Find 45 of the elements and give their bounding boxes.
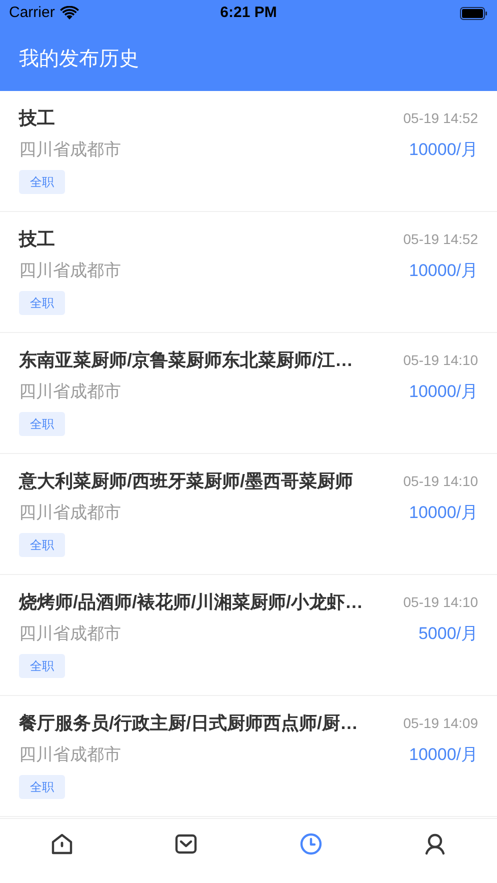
job-post-card[interactable]: 技工 05-19 14:52 四川省成都市 10000/月 全职 — [0, 212, 497, 333]
home-icon[interactable] — [50, 832, 74, 856]
location-text: 四川省成都市 — [19, 381, 121, 404]
salary-text: 10000/月 — [409, 260, 478, 282]
job-title: 烧烤师/品酒师/裱花师/川湘菜厨师/小龙虾… — [19, 590, 364, 614]
job-type-tag: 全职 — [19, 170, 65, 194]
location-text: 四川省成都市 — [19, 623, 121, 646]
job-post-card[interactable]: 餐厅服务员/行政主厨/日式厨师西点师/厨… 05-19 14:09 四川省成都市 10000/月 全职 — [0, 696, 497, 817]
job-post-card[interactable]: 技工 05-19 14:52 四川省成都市 10000/月 全职 — [0, 91, 497, 212]
job-title: 技工 — [19, 106, 55, 130]
location-text: 四川省成都市 — [19, 744, 121, 766]
clock-icon[interactable] — [298, 832, 323, 856]
status-time: 6:21 PM — [220, 2, 277, 23]
person-icon[interactable] — [422, 832, 447, 856]
location-text: 四川省成都市 — [19, 502, 121, 524]
post-time: 05-19 14:10 — [403, 472, 478, 490]
post-time: 05-19 14:52 — [403, 230, 478, 248]
job-title: 技工 — [19, 228, 55, 250]
salary-text: 10000/月 — [409, 139, 478, 162]
job-type-tag: 全职 — [19, 654, 65, 678]
location-text: 四川省成都市 — [19, 260, 121, 282]
job-type-tag: 全职 — [19, 533, 65, 557]
salary-text: 10000/月 — [409, 502, 478, 524]
job-title: 意大利菜厨师/西班牙菜厨师/墨西哥菜厨师 — [19, 470, 354, 492]
location-text: 四川省成都市 — [19, 139, 121, 162]
post-time: 05-19 14:09 — [403, 714, 478, 732]
carrier-label: Carrier — [9, 2, 55, 23]
job-type-tag: 全职 — [19, 412, 65, 436]
job-title: 东南亚菜厨师/京鲁菜厨师东北菜厨师/江… — [19, 348, 354, 372]
job-title: 餐厅服务员/行政主厨/日式厨师西点师/厨… — [19, 712, 358, 734]
post-time: 05-19 14:52 — [403, 108, 478, 128]
job-post-card[interactable]: 意大利菜厨师/西班牙菜厨师/墨西哥菜厨师 05-19 14:10 四川省成都市 10000/月 全职 — [0, 454, 497, 575]
inbox-icon[interactable] — [174, 832, 198, 856]
job-type-tag: 全职 — [19, 291, 65, 315]
job-post-card[interactable]: 东南亚菜厨师/京鲁菜厨师东北菜厨师/江… 05-19 14:10 四川省成都市 10000/月 全职 — [0, 333, 497, 454]
job-post-card[interactable]: 烧烤师/品酒师/裱花师/川湘菜厨师/小龙虾… 05-19 14:10 四川省成都市 5000/月 全职 — [0, 575, 497, 696]
battery-icon — [460, 6, 488, 20]
salary-text: 5000/月 — [418, 623, 478, 646]
page-title: 我的发布历史 — [19, 46, 139, 72]
post-time: 05-19 14:10 — [403, 350, 478, 370]
salary-text: 10000/月 — [409, 381, 478, 404]
salary-text: 10000/月 — [409, 744, 478, 766]
job-type-tag: 全职 — [19, 775, 65, 799]
post-time: 05-19 14:10 — [403, 592, 478, 612]
wifi-icon — [60, 6, 79, 20]
